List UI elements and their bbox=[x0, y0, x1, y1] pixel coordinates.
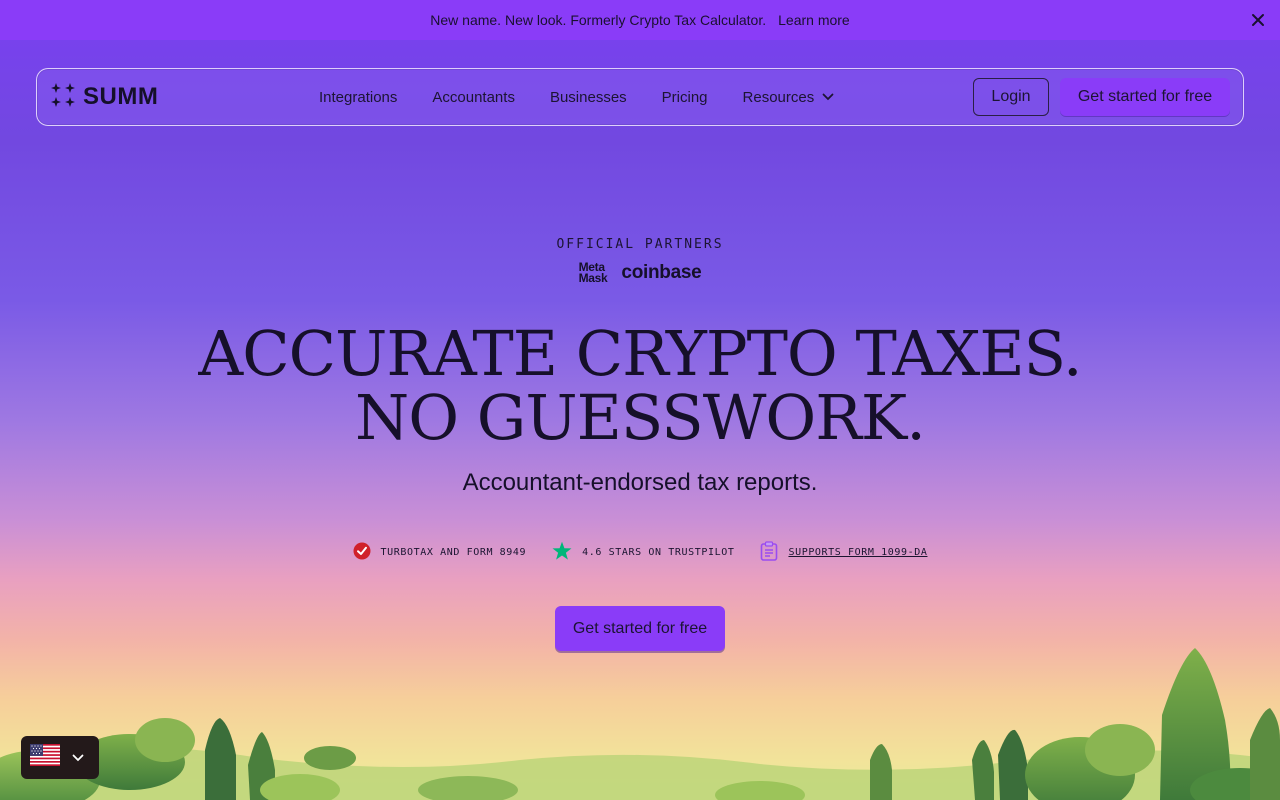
nav-link-resources[interactable]: Resources bbox=[743, 89, 835, 106]
nav-link-pricing[interactable]: Pricing bbox=[662, 89, 708, 106]
hero-subheadline: Accountant-endorsed tax reports. bbox=[462, 469, 818, 496]
metamask-logo-line2: Mask bbox=[578, 271, 608, 285]
nav-link-accountants[interactable]: Accountants bbox=[432, 89, 515, 106]
announcement-text: New name. New look. Formerly Crypto Tax … bbox=[430, 12, 767, 28]
coinbase-logo: coinbase bbox=[621, 262, 702, 283]
login-button[interactable]: Login bbox=[973, 78, 1049, 116]
brand-name: SUMM bbox=[83, 83, 159, 110]
chevron-down-icon bbox=[72, 749, 84, 767]
clipboard-icon bbox=[760, 541, 778, 564]
metamask-logo: Meta Mask bbox=[578, 261, 608, 285]
hero-headline-line2: NO GUESSWORK. bbox=[355, 381, 926, 454]
locale-selector[interactable] bbox=[21, 736, 99, 779]
hero-badges: TURBOTAX AND FORM 8949 4.6 STARS ON TRUS… bbox=[0, 541, 1280, 564]
announcement-bar: New name. New look. Formerly Crypto Tax … bbox=[0, 0, 1280, 40]
badge-trustpilot: 4.6 STARS ON TRUSTPILOT bbox=[552, 541, 734, 564]
hero-headline-line1: ACCURATE CRYPTO TAXES. bbox=[198, 317, 1082, 390]
navbar: SUMM Integrations Accountants Businesses… bbox=[36, 68, 1244, 126]
brand-logo[interactable]: SUMM bbox=[51, 82, 159, 112]
badge-turbotax-text: TURBOTAX AND FORM 8949 bbox=[380, 547, 527, 558]
learn-more-link[interactable]: Learn more bbox=[778, 12, 850, 28]
chevron-down-icon bbox=[822, 93, 834, 101]
star-icon bbox=[552, 541, 572, 564]
official-partners-label: OFFICIAL PARTNERS bbox=[556, 237, 724, 252]
badge-form-1099da[interactable]: SUPPORTS FORM 1099-DA bbox=[760, 541, 927, 564]
sparkle-logo-icon bbox=[51, 82, 75, 112]
nav-link-integrations[interactable]: Integrations bbox=[319, 89, 397, 106]
close-icon[interactable] bbox=[1246, 8, 1270, 32]
partner-logos: Meta Mask coinbase bbox=[0, 261, 1280, 285]
us-flag-icon bbox=[30, 744, 60, 771]
nav-link-businesses[interactable]: Businesses bbox=[550, 89, 627, 106]
nav-link-resources-label: Resources bbox=[742, 88, 815, 106]
badge-trustpilot-text: 4.6 STARS ON TRUSTPILOT bbox=[582, 547, 735, 558]
get-started-nav-button[interactable]: Get started for free bbox=[1060, 78, 1230, 116]
badge-form-1099da-text: SUPPORTS FORM 1099-DA bbox=[788, 547, 928, 558]
hero-headline: ACCURATE CRYPTO TAXES. NO GUESSWORK. bbox=[0, 322, 1280, 450]
badge-turbotax: TURBOTAX AND FORM 8949 bbox=[353, 542, 527, 563]
check-circle-icon bbox=[353, 542, 371, 563]
landscape-illustration bbox=[0, 648, 1280, 800]
nav-links: Integrations Accountants Businesses Pric… bbox=[319, 69, 834, 125]
